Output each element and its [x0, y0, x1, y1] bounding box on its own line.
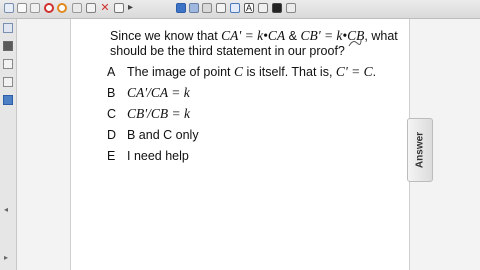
choice-a-text-3: .: [372, 65, 377, 79]
choice-b[interactable]: B CA'/CA = k: [107, 85, 190, 101]
choice-a-text-2: is itself. That is,: [243, 65, 336, 79]
question-intro: Since we know that: [110, 29, 222, 43]
top-toolbar: ✕ ▸ A: [0, 0, 480, 19]
color-icon[interactable]: [272, 3, 282, 13]
choice-letter: A: [107, 65, 116, 79]
properties-icon[interactable]: [286, 3, 296, 13]
pointer-icon[interactable]: ▸: [128, 3, 138, 13]
choice-d-text: B and C only: [127, 128, 199, 142]
page-sorter-icon[interactable]: [3, 23, 13, 33]
equation-ca: CA' = k•CA: [221, 28, 286, 43]
choice-a-text-1: The image of point: [127, 65, 235, 79]
choice-a[interactable]: A The image of point C is itself. That is…: [107, 64, 376, 80]
answer-tab-label: Answer: [414, 131, 426, 169]
expand-sidebar-icon[interactable]: ▸: [4, 253, 8, 262]
choice-letter: C: [107, 107, 117, 121]
circle-red-icon[interactable]: [44, 3, 54, 13]
shape-icon[interactable]: [230, 3, 240, 13]
choice-e-text: I need help: [127, 149, 189, 163]
choice-letter: E: [107, 149, 116, 163]
close-red-icon[interactable]: ✕: [100, 3, 110, 14]
choice-b-math: CA'/CA = k: [127, 85, 190, 100]
addons-icon[interactable]: [3, 95, 13, 105]
choice-letter: B: [107, 86, 116, 100]
arrow-icon[interactable]: [4, 3, 14, 13]
question-text: Since we know that CA' = k•CA & CB' = k•…: [110, 28, 410, 59]
line-icon[interactable]: [216, 3, 226, 13]
choice-c[interactable]: C CB'/CB = k: [107, 106, 190, 122]
text-icon[interactable]: A: [244, 3, 254, 13]
eraser-icon[interactable]: [202, 3, 212, 13]
attachments-icon[interactable]: [3, 59, 13, 69]
choice-a-math-2: C' = C: [335, 64, 373, 79]
undo-icon[interactable]: [30, 3, 40, 13]
page-icon[interactable]: [17, 3, 27, 13]
circle-orange-icon[interactable]: [57, 3, 67, 13]
grid-icon[interactable]: [86, 3, 96, 13]
choice-e[interactable]: E I need help: [107, 148, 189, 164]
pen-mark-icon: [348, 39, 362, 47]
answer-tab[interactable]: Answer: [407, 118, 433, 182]
window-icon[interactable]: [114, 3, 124, 13]
choice-c-math: CB'/CB = k: [127, 106, 190, 121]
collapse-sidebar-icon[interactable]: ◂: [4, 205, 8, 214]
choice-a-math-1: C: [234, 64, 244, 79]
left-sidebar: ◂ ▸: [0, 19, 17, 270]
choice-d[interactable]: D B and C only: [107, 127, 199, 143]
gallery-icon[interactable]: [3, 41, 13, 51]
highlighter-icon[interactable]: [189, 3, 199, 13]
tool-icon[interactable]: [72, 3, 82, 13]
properties-panel-icon[interactable]: [3, 77, 13, 87]
fill-icon[interactable]: [258, 3, 268, 13]
question-amp: &: [285, 29, 301, 43]
pen-blue-icon[interactable]: [176, 3, 186, 13]
choice-letter: D: [107, 128, 117, 142]
